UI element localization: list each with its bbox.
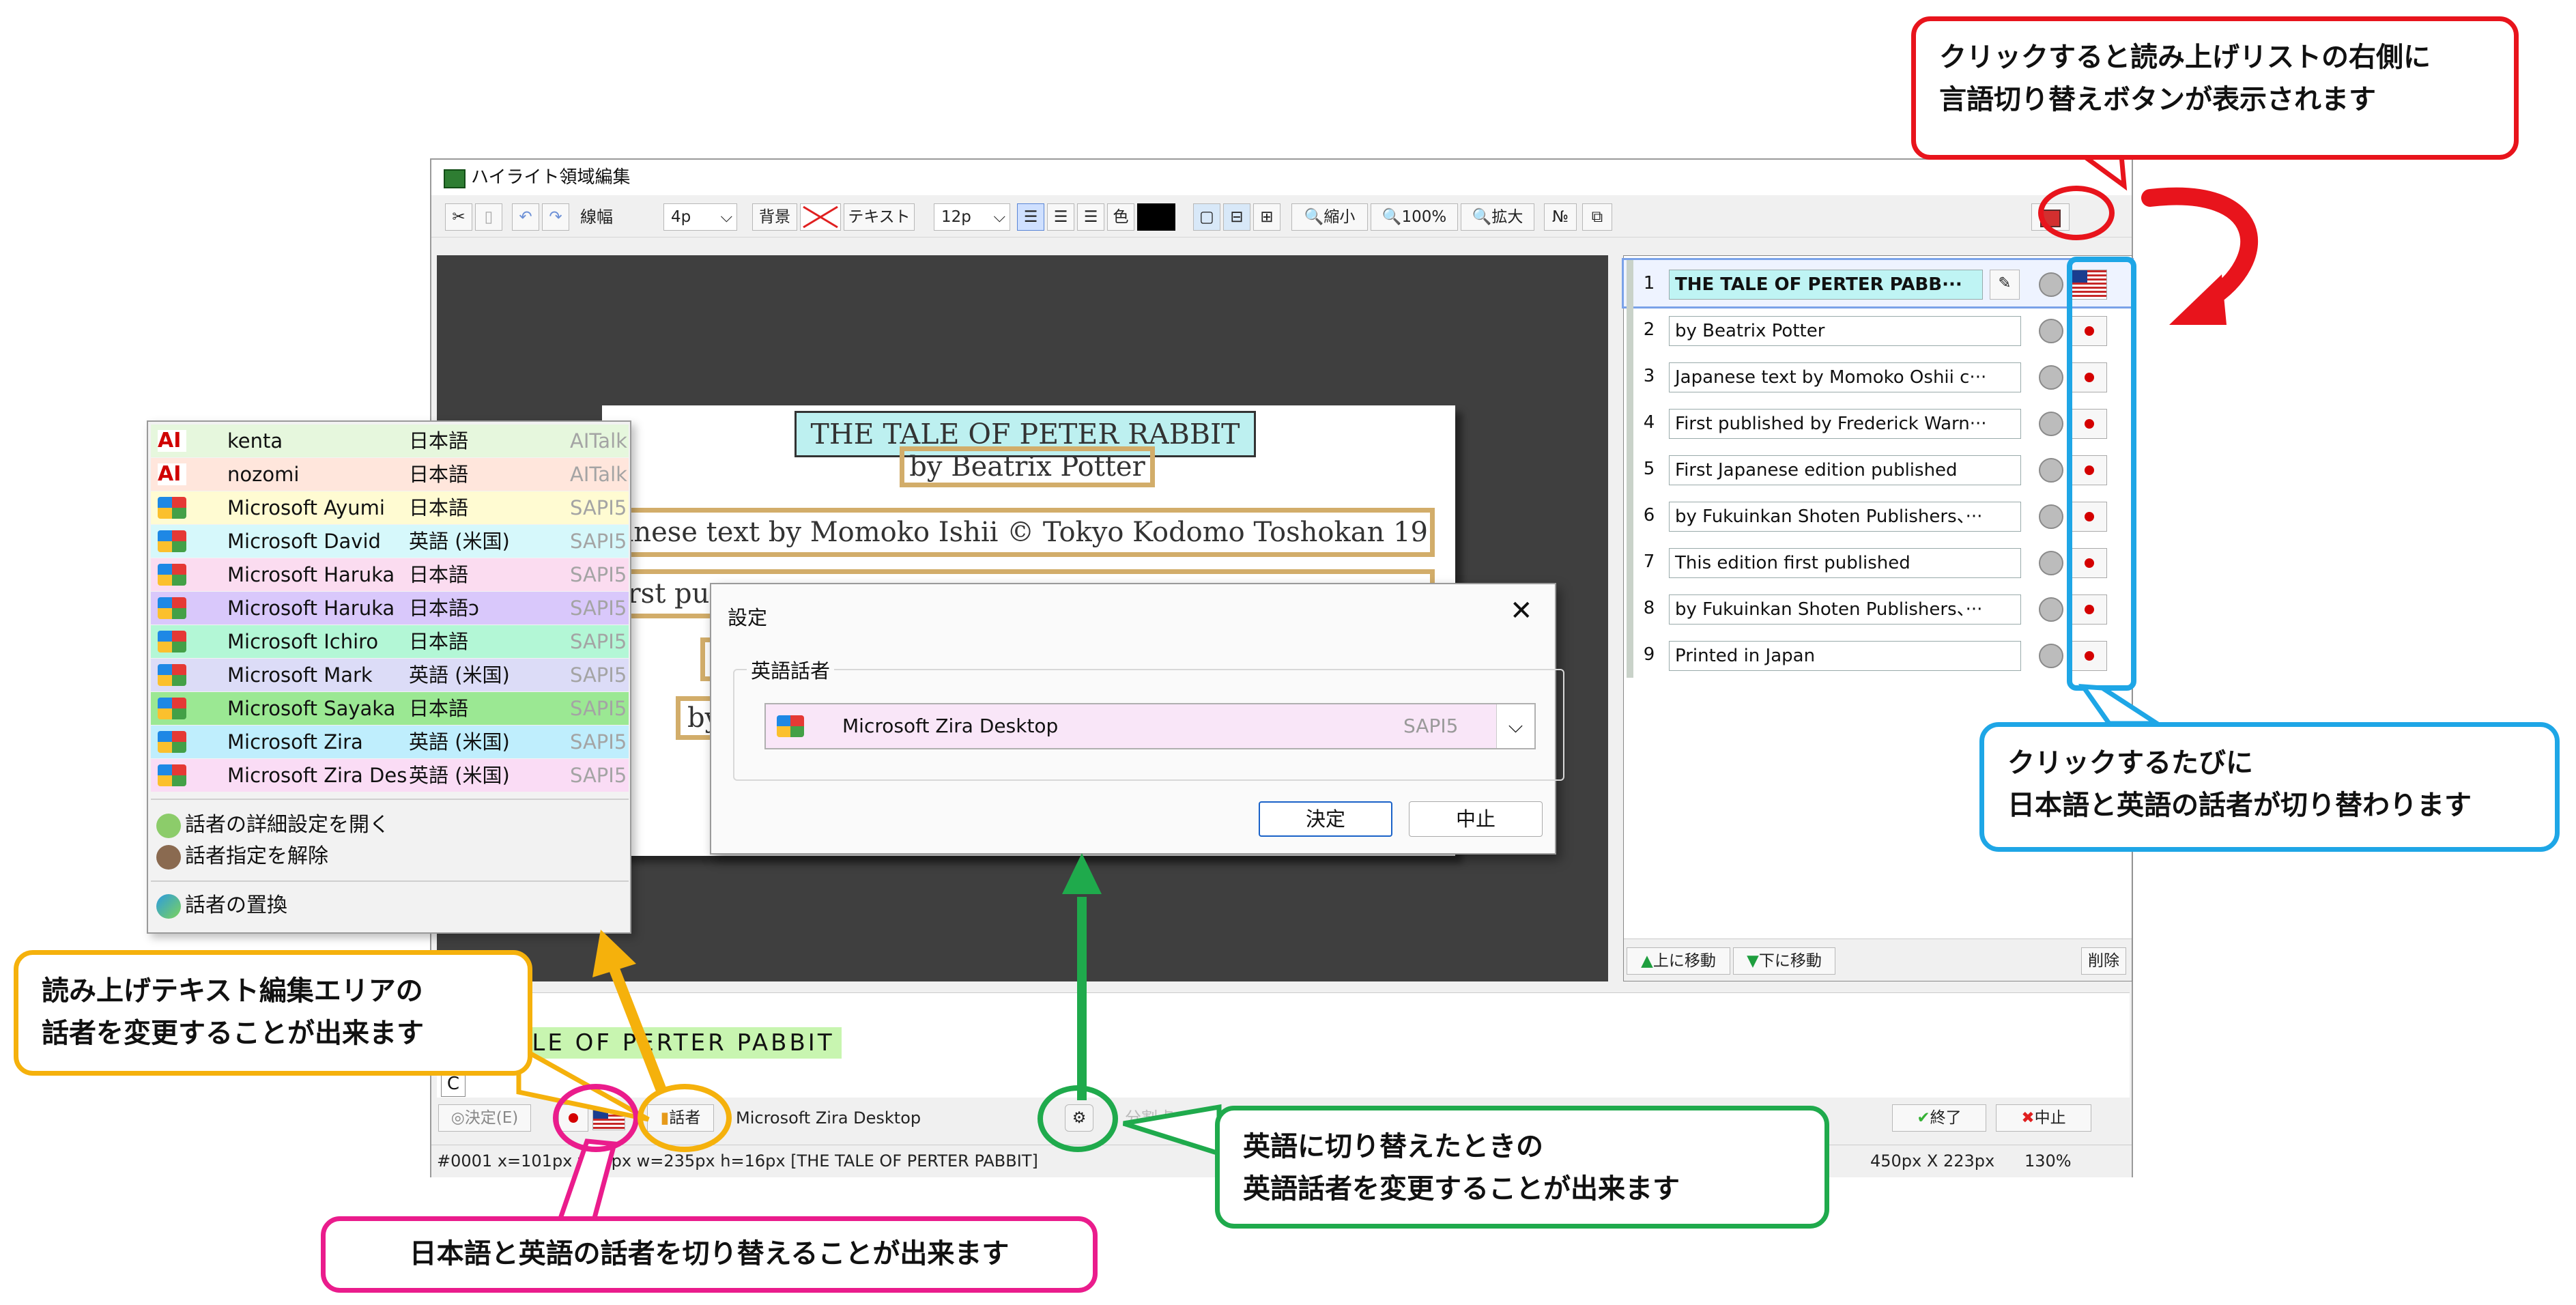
red-ring <box>2038 186 2115 240</box>
callout-speaker-toggle: クリックするたびに 日本語と英語の話者が切り替わります <box>1979 722 2560 852</box>
green-ring <box>1037 1085 1118 1152</box>
callout-language-button: クリックすると読み上げリストの右側に 言語切り替えボタンが表示されます <box>1911 16 2519 160</box>
red-arrow-head <box>2169 274 2227 325</box>
orange-ring <box>638 1084 732 1152</box>
green-callout-tail <box>1122 1104 1222 1157</box>
pink-ring <box>553 1084 639 1152</box>
callout-english-speaker: 英語に切り替えたときの 英語話者を変更することが出来ます <box>1215 1106 1829 1229</box>
green-arrow-head <box>1062 853 1102 894</box>
red-arrow <box>2141 187 2259 309</box>
red-callout-tail <box>2076 153 2128 191</box>
pink-callout-tail <box>556 1138 618 1223</box>
callout-edit-area-speaker: 読み上げテキスト編集エリアの 話者を変更することが出来ます <box>14 950 532 1076</box>
blue-highlight-rect <box>2067 257 2136 691</box>
orange-arrow <box>609 967 668 1094</box>
callout-jp-en-switch: 日本語と英語の話者を切り替えることが出来ます <box>321 1216 1098 1293</box>
orange-arrow-head <box>592 930 636 977</box>
blue-callout-tail <box>2078 683 2165 726</box>
